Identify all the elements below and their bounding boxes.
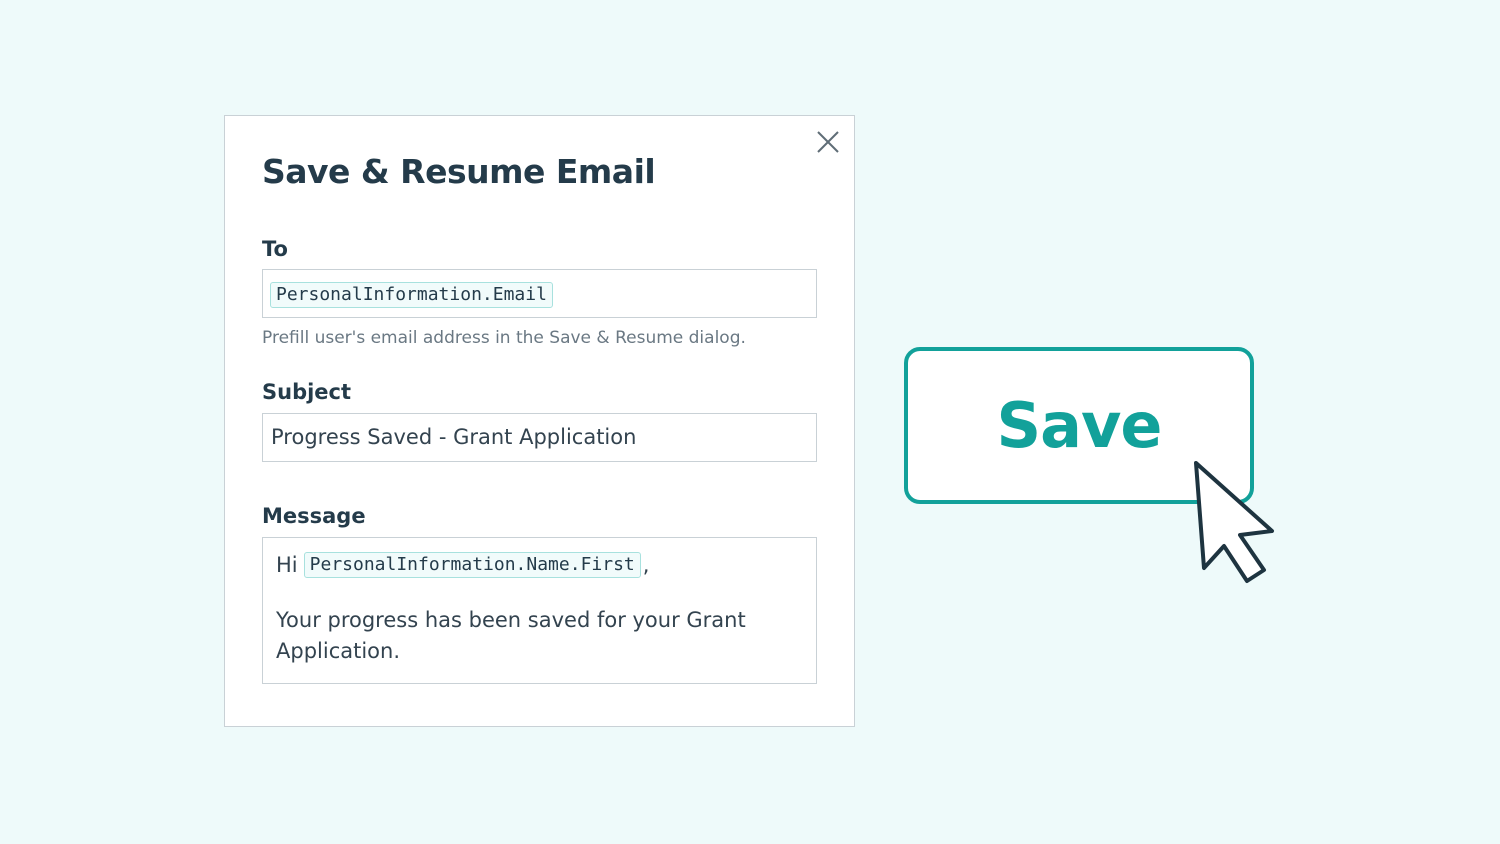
dialog-title: Save & Resume Email — [262, 152, 656, 191]
message-field[interactable]: Hi PersonalInformation.Name.First , Your… — [262, 537, 817, 684]
to-field[interactable]: PersonalInformation.Email — [262, 269, 817, 318]
message-comma: , — [642, 553, 650, 577]
to-token[interactable]: PersonalInformation.Email — [270, 282, 553, 308]
to-helper-text: Prefill user's email address in the Save… — [262, 328, 746, 348]
subject-field[interactable]: Progress Saved - Grant Application — [262, 413, 817, 462]
subject-value: Progress Saved - Grant Application — [271, 425, 637, 449]
to-label: To — [262, 237, 288, 261]
message-greeting: Hi — [276, 553, 298, 577]
close-icon[interactable] — [815, 129, 841, 155]
arrow-cursor-icon — [1190, 458, 1282, 586]
save-resume-email-dialog: Save & Resume Email To PersonalInformati… — [224, 115, 855, 727]
message-label: Message — [262, 504, 366, 528]
subject-label: Subject — [262, 380, 352, 404]
message-body: Your progress has been saved for your Gr… — [276, 608, 746, 663]
message-name-token[interactable]: PersonalInformation.Name.First — [303, 552, 641, 578]
message-greeting-line: Hi PersonalInformation.Name.First , — [276, 552, 649, 578]
